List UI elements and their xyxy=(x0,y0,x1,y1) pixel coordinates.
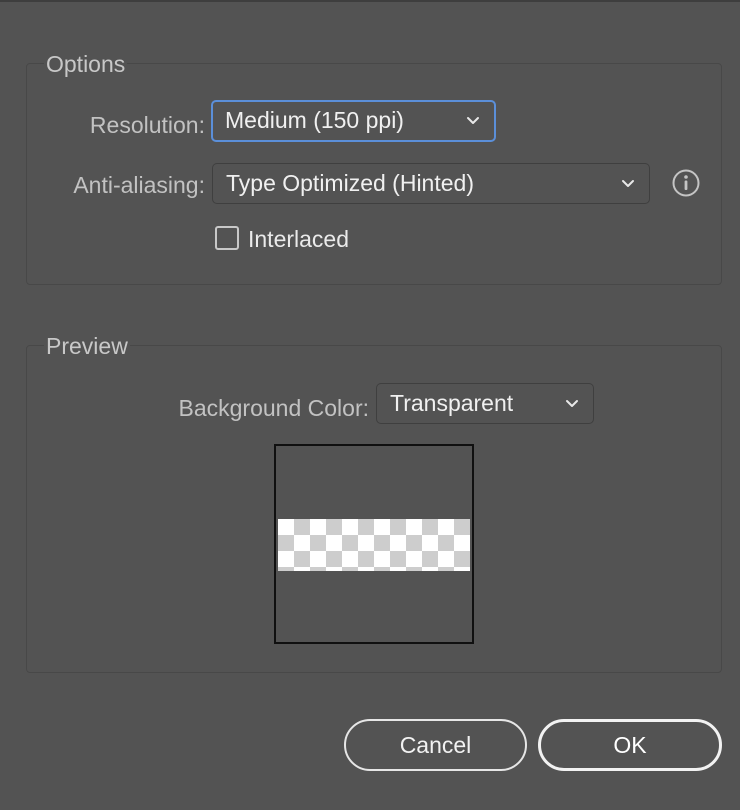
background-color-select[interactable]: Transparent xyxy=(376,383,594,424)
interlaced-label[interactable]: Interlaced xyxy=(248,224,349,254)
interlaced-checkbox[interactable] xyxy=(215,226,239,250)
cancel-button[interactable]: Cancel xyxy=(344,719,527,771)
preview-group-title: Preview xyxy=(44,332,130,360)
resolution-label: Resolution: xyxy=(89,112,205,138)
antialiasing-label: Anti-aliasing: xyxy=(73,172,205,198)
chevron-down-icon xyxy=(566,399,578,407)
options-group-title: Options xyxy=(44,50,128,78)
ok-button[interactable]: OK xyxy=(538,719,722,771)
resolution-select-value: Medium (150 ppi) xyxy=(225,107,404,133)
antialiasing-select[interactable]: Type Optimized (Hinted) xyxy=(212,163,650,204)
background-color-select-value: Transparent xyxy=(390,390,514,416)
dialog-top-divider xyxy=(0,0,740,2)
background-color-label: Background Color: xyxy=(178,395,370,421)
transparency-checkerboard xyxy=(278,519,470,571)
chevron-down-icon xyxy=(622,179,634,187)
preview-canvas xyxy=(274,444,474,644)
antialiasing-select-value: Type Optimized (Hinted) xyxy=(226,170,474,196)
chevron-down-icon xyxy=(467,117,479,124)
resolution-select[interactable]: Medium (150 ppi) xyxy=(211,100,496,142)
info-icon[interactable] xyxy=(671,168,701,198)
